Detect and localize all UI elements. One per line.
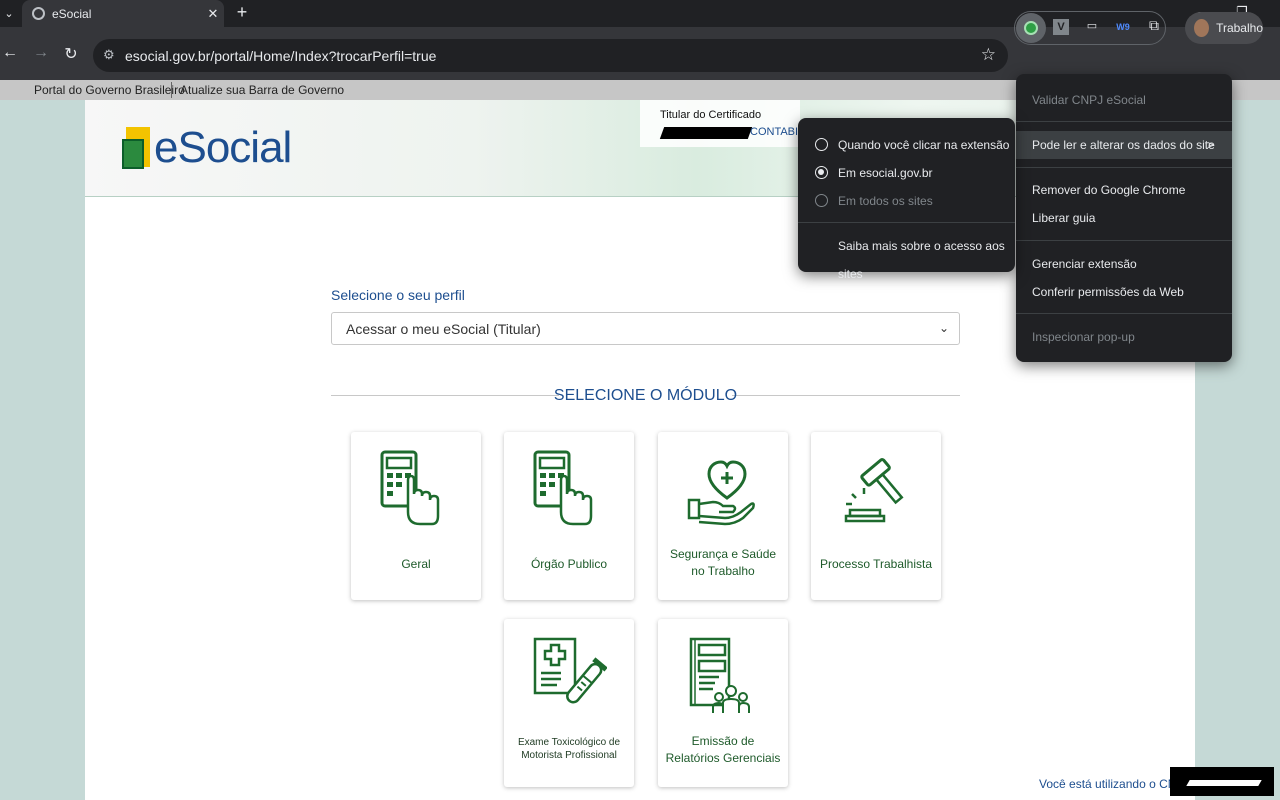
menu-item-liberar[interactable]: Liberar guia xyxy=(1016,204,1232,232)
certificate-info: Titular do Certificado CONTABIL xyxy=(640,100,804,147)
profile-select-label: Selecione o seu perfil xyxy=(331,287,465,303)
new-tab-button[interactable]: + xyxy=(232,2,252,23)
module-card-label: Processo Trabalhista xyxy=(819,557,933,571)
radio-label: Em esocial.gov.br xyxy=(838,166,933,180)
redacted-name xyxy=(659,127,753,139)
avatar xyxy=(1194,19,1210,37)
radio-unchecked-icon xyxy=(815,138,828,151)
radio-checked-icon xyxy=(815,166,828,179)
menu-item-gerenciar[interactable]: Gerenciar extensão xyxy=(1016,250,1232,278)
tab-search-icon[interactable]: ⌄ xyxy=(0,0,18,27)
module-card-exame-toxicologico[interactable]: Exame Toxicológico de Motorista Profissi… xyxy=(504,619,634,787)
divider xyxy=(1016,167,1232,168)
cert-name: CONTABIL xyxy=(750,126,805,138)
chevron-down-icon: ⌄ xyxy=(938,321,949,335)
bookmark-star-icon[interactable]: ☆ xyxy=(981,45,996,65)
puzzle-icon[interactable]: ⧉ xyxy=(1146,17,1162,33)
browser-tab[interactable]: eSocial ✕ xyxy=(22,0,224,27)
calculator-hand-icon xyxy=(380,450,440,526)
radio-option-on-click[interactable]: Quando você clicar na extensão xyxy=(798,131,1015,159)
gavel-icon xyxy=(844,458,904,523)
site-access-submenu: Quando você clicar na extensão Em esocia… xyxy=(798,118,1015,281)
module-card-geral[interactable]: Geral xyxy=(351,432,481,600)
profile-select[interactable]: Acessar o meu eSocial (Titular) ⌄ xyxy=(331,312,960,345)
radio-option-all-sites: Em todos os sites xyxy=(798,187,1015,215)
back-icon[interactable]: ← xyxy=(0,44,20,62)
url-text[interactable]: esocial.gov.br/portal/Home/Index?trocarP… xyxy=(125,48,436,64)
site-info-icon[interactable]: ⚙ xyxy=(103,47,115,63)
extension-context-menu: Validar CNPJ eSocial Pode ler e alterar … xyxy=(1016,74,1232,362)
divider xyxy=(798,222,1015,223)
cert-title: Titular do Certificado xyxy=(660,109,762,121)
menu-item-remover[interactable]: Remover do Google Chrome xyxy=(1016,176,1232,204)
esocial-extension-icon[interactable] xyxy=(1016,13,1046,43)
menu-item-validar: Validar CNPJ eSocial xyxy=(1032,93,1146,107)
module-card-seguranca-saude[interactable]: Segurança e Saúde no Trabalho xyxy=(658,432,788,600)
menu-item-inspecionar: Inspecionar pop-up xyxy=(1032,330,1135,344)
menu-item-conferir[interactable]: Conferir permissões da Web xyxy=(1016,278,1232,306)
module-card-label: Exame Toxicológico de Motorista Profissi… xyxy=(517,737,621,761)
heart-hand-icon xyxy=(687,460,755,526)
module-card-label: Emissão de Relatórios Gerenciais xyxy=(665,734,781,765)
radio-option-this-site[interactable]: Em esocial.gov.br xyxy=(798,159,1015,187)
profile-button[interactable]: Trabalho xyxy=(1185,12,1263,44)
medical-test-icon xyxy=(533,637,607,704)
gov-update-link[interactable]: Atualize sua Barra de Governo xyxy=(180,83,344,97)
module-card-label: Segurança e Saúde no Trabalho xyxy=(669,547,777,578)
redacted-cnpj xyxy=(1170,767,1274,796)
profile-select-value: Acessar o meu eSocial (Titular) xyxy=(346,321,541,337)
divider xyxy=(1016,240,1232,241)
esocial-logo[interactable]: eSocial xyxy=(122,123,292,173)
forward-icon[interactable]: → xyxy=(31,44,51,62)
laptop-icon[interactable]: ▭ xyxy=(1084,19,1100,35)
cnpj-notice: Você está utilizando o CNPJ xyxy=(1039,777,1191,791)
radio-label: Quando você clicar na extensão xyxy=(838,138,1010,152)
chevron-right-icon: > xyxy=(1206,138,1214,152)
profile-name: Trabalho xyxy=(1216,21,1263,35)
divider xyxy=(1016,121,1232,122)
extension-v-icon[interactable]: V xyxy=(1053,19,1069,35)
globe-icon xyxy=(32,7,45,20)
menu-item-label: Pode ler e alterar os dados do site xyxy=(1032,138,1215,152)
divider xyxy=(1016,313,1232,314)
calculator-hand-icon xyxy=(533,450,593,526)
tab-title: eSocial xyxy=(52,6,92,21)
module-card-label: Geral xyxy=(401,557,431,571)
module-card-orgao-publico[interactable]: Órgão Publico xyxy=(504,432,634,600)
divider xyxy=(171,82,172,98)
extension-w-icon[interactable]: W9 xyxy=(1115,19,1131,35)
module-card-label: Órgão Publico xyxy=(530,557,608,571)
logo-text: eSocial xyxy=(154,123,292,172)
module-card-processo-trabalhista[interactable]: Processo Trabalhista xyxy=(811,432,941,600)
module-title: SELECIONE O MÓDULO xyxy=(553,387,738,404)
radio-label: Em todos os sites xyxy=(838,194,933,208)
gov-portal-link[interactable]: Portal do Governo Brasileiro xyxy=(34,83,185,97)
learn-more-link[interactable]: Saiba mais sobre o acesso aos sites xyxy=(798,232,1015,281)
address-bar[interactable]: ⚙ esocial.gov.br/portal/Home/Index?troca… xyxy=(93,39,1008,72)
radio-unchecked-icon xyxy=(815,194,828,207)
report-people-icon xyxy=(689,637,750,713)
menu-item-site-access[interactable]: Pode ler e alterar os dados do site > xyxy=(1016,131,1232,159)
reload-icon[interactable]: ↻ xyxy=(61,44,81,64)
logo-mark-icon xyxy=(122,127,152,169)
tab-close-icon[interactable]: ✕ xyxy=(202,6,224,22)
module-card-relatorios-gerenciais[interactable]: Emissão de Relatórios Gerenciais xyxy=(658,619,788,787)
